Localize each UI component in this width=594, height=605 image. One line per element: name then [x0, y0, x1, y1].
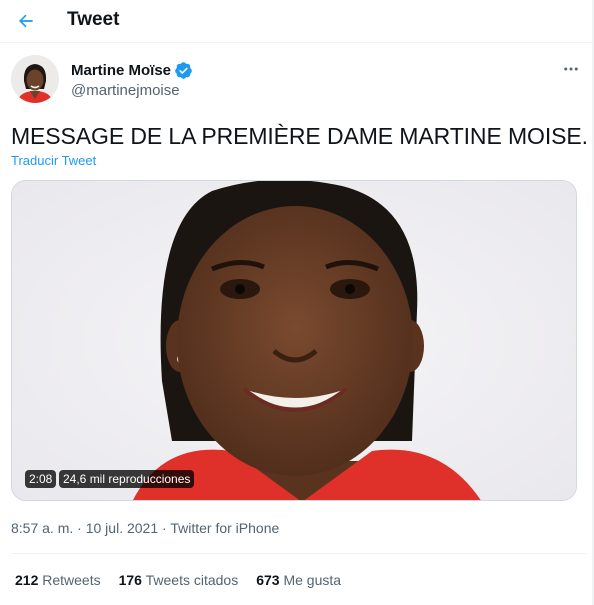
verified-badge-icon: [174, 61, 193, 80]
back-button[interactable]: [10, 5, 42, 37]
tweet-date[interactable]: 10 jul. 2021: [86, 520, 158, 536]
retweets-count: 212: [15, 572, 39, 588]
tweet-stats: 212 Retweets 176 Tweets citados 673 Me g…: [15, 572, 341, 588]
tweet-text: MESSAGE DE LA PREMIÈRE DAME MARTINE MOIS…: [11, 123, 588, 149]
author-name-text: Martine Moïse: [71, 62, 172, 79]
tweet-author: Martine Moïse @martinejmoise: [11, 55, 586, 107]
author-name[interactable]: Martine Moïse: [71, 61, 193, 80]
meta-separator: ·: [77, 520, 82, 536]
page-title: Tweet: [67, 9, 120, 30]
retweets-label: Retweets: [42, 572, 101, 588]
translate-link[interactable]: Traducir Tweet: [11, 153, 96, 168]
avatar[interactable]: [11, 55, 59, 103]
arrow-left-icon: [19, 14, 33, 28]
likes-stat[interactable]: 673 Me gusta: [256, 572, 341, 588]
divider: [11, 553, 586, 554]
quotes-count: 176: [118, 572, 142, 588]
quote-tweets-stat[interactable]: 176 Tweets citados: [119, 572, 239, 588]
video-thumbnail: [12, 181, 576, 500]
tweet-source[interactable]: Twitter for iPhone: [170, 520, 279, 536]
more-horizontal-icon: [564, 67, 578, 71]
retweets-stat[interactable]: 212 Retweets: [15, 572, 101, 588]
author-handle[interactable]: @martinejmoise: [71, 82, 180, 99]
more-button[interactable]: [556, 57, 586, 81]
quotes-label: Tweets citados: [145, 572, 239, 588]
video-views-badge: 24,6 mil reproducciones: [59, 470, 195, 488]
tweet-timestamp: 8:57 a. m. · 10 jul. 2021 · Twitter for …: [11, 520, 279, 536]
likes-count: 673: [256, 572, 280, 588]
meta-separator: ·: [162, 520, 167, 536]
video-duration-badge: 2:08: [25, 470, 57, 488]
likes-label: Me gusta: [283, 572, 342, 588]
tweet-header: Tweet: [0, 0, 594, 43]
tweet-time[interactable]: 8:57 a. m.: [11, 520, 73, 536]
video-player[interactable]: 2:08 24,6 mil reproducciones: [11, 180, 577, 501]
